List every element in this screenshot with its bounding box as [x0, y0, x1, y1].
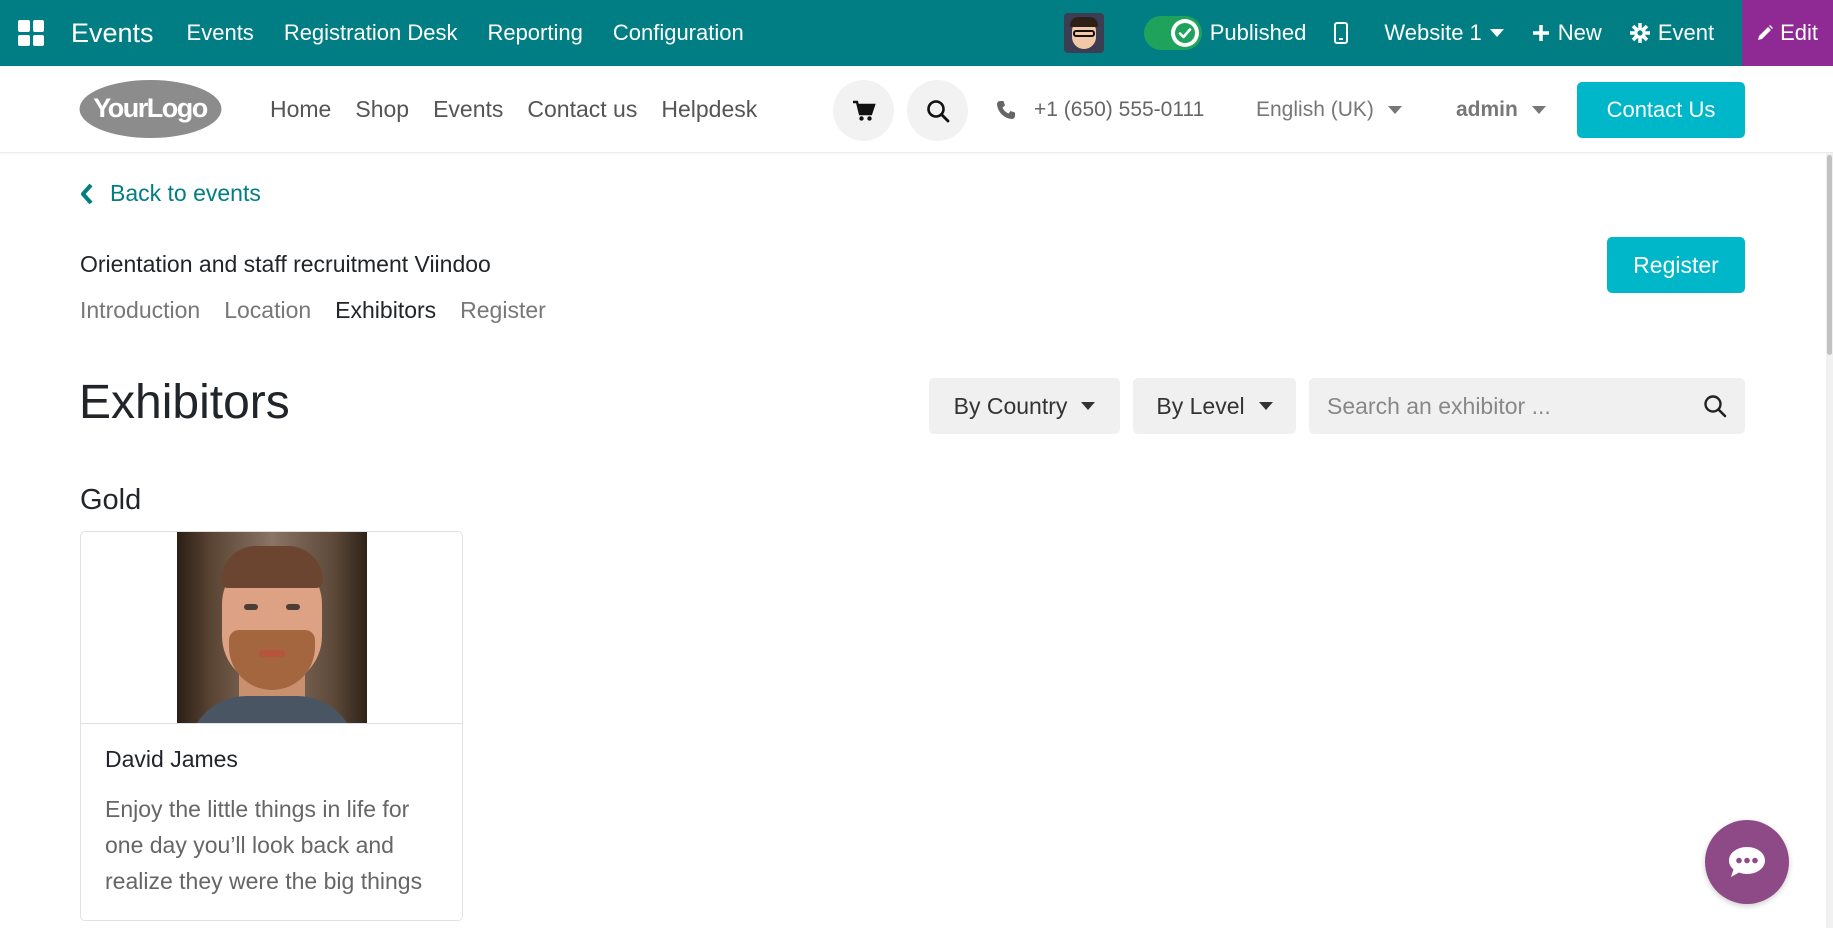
by-level-label: By Level	[1156, 392, 1245, 419]
site-nav: Home Shop Events Contact us Helpdesk	[270, 66, 781, 153]
phone-contact[interactable]: +1 (650) 555-0111	[996, 66, 1204, 153]
search-icon	[926, 99, 949, 122]
chevron-left-icon	[81, 183, 93, 204]
website-label: Website 1	[1384, 20, 1482, 45]
phone-icon	[997, 100, 1015, 119]
topnav-events[interactable]: Events	[187, 20, 254, 46]
user-avatar[interactable]	[1063, 13, 1104, 53]
site-nav-contact[interactable]: Contact us	[527, 96, 637, 123]
gear-icon	[1629, 23, 1650, 43]
apps-menu-icon[interactable]	[0, 0, 62, 66]
site-logo[interactable]: YourLogo	[79, 79, 222, 139]
register-button[interactable]: Register	[1607, 237, 1745, 293]
published-label[interactable]: Published	[1210, 20, 1307, 46]
pencil-icon	[1758, 25, 1774, 40]
contact-us-button[interactable]: Contact Us	[1577, 82, 1745, 138]
topnav-registration-desk[interactable]: Registration Desk	[284, 20, 458, 46]
exhibitor-name: David James	[105, 746, 238, 772]
chevron-down-icon	[1531, 105, 1546, 114]
tab-location[interactable]: Location	[224, 297, 311, 324]
topnav-reporting[interactable]: Reporting	[487, 20, 582, 46]
chevron-down-icon	[1489, 29, 1504, 37]
mobile-icon	[1334, 22, 1349, 44]
page-title: Exhibitors	[79, 376, 290, 429]
tab-introduction[interactable]: Introduction	[80, 297, 200, 324]
language-selector[interactable]: English (UK)	[1256, 66, 1402, 153]
edit-button[interactable]: Edit	[1742, 0, 1833, 66]
user-menu[interactable]: admin	[1456, 66, 1546, 153]
event-settings-button[interactable]: Event	[1629, 20, 1715, 46]
tab-exhibitors[interactable]: Exhibitors	[335, 297, 436, 324]
event-title: Orientation and staff recruitment Viindo…	[80, 251, 491, 277]
tab-register[interactable]: Register	[460, 297, 546, 324]
topnav-configuration[interactable]: Configuration	[613, 20, 744, 46]
page-scrollbar[interactable]	[1826, 153, 1833, 928]
chat-icon	[1729, 847, 1765, 877]
app-name[interactable]: Events	[71, 18, 154, 49]
by-country-label: By Country	[953, 392, 1068, 419]
new-button[interactable]: New	[1532, 20, 1602, 46]
sponsor-level-title: Gold	[80, 484, 142, 516]
cart-icon	[852, 100, 876, 121]
back-label: Back to events	[110, 180, 261, 206]
exhibitor-card[interactable]: David James Enjoy the little things in l…	[80, 531, 463, 921]
site-nav-helpdesk[interactable]: Helpdesk	[661, 96, 757, 123]
site-search-button[interactable]	[907, 80, 968, 141]
exhibitor-description: Enjoy the little things in life for one …	[105, 796, 423, 894]
exhibitor-photo	[176, 532, 367, 723]
published-toggle[interactable]	[1143, 16, 1202, 50]
website-switcher[interactable]: Website 1	[1384, 20, 1504, 46]
chevron-down-icon	[1387, 105, 1402, 114]
event-tabs: Introduction Location Exhibitors Registe…	[80, 297, 570, 324]
site-nav-shop[interactable]: Shop	[355, 96, 409, 123]
site-nav-events[interactable]: Events	[433, 96, 503, 123]
check-icon	[1170, 19, 1199, 47]
new-label: New	[1557, 20, 1602, 45]
edit-label: Edit	[1780, 20, 1818, 45]
phone-number: +1 (650) 555-0111	[1034, 97, 1205, 121]
by-level-dropdown[interactable]: By Level	[1133, 378, 1296, 434]
search-icon	[1704, 395, 1727, 418]
user-name: admin	[1456, 97, 1518, 121]
site-nav-home[interactable]: Home	[270, 96, 331, 123]
svg-text:YourLogo: YourLogo	[93, 93, 207, 123]
language-label: English (UK)	[1256, 97, 1374, 121]
site-header: YourLogo Home Shop Events Contact us Hel…	[0, 66, 1833, 153]
event-label: Event	[1657, 20, 1715, 45]
mobile-preview-button[interactable]	[1334, 22, 1356, 44]
chevron-down-icon	[1081, 402, 1096, 410]
plus-icon	[1532, 25, 1549, 41]
exhibitor-search-input[interactable]	[1309, 392, 1685, 420]
admin-topbar: Events Events Registration Desk Reportin…	[0, 0, 1833, 66]
cart-button[interactable]	[833, 80, 894, 141]
search-submit-button[interactable]	[1685, 394, 1745, 418]
exhibitor-search	[1309, 378, 1745, 434]
livechat-button[interactable]	[1705, 820, 1789, 904]
by-country-dropdown[interactable]: By Country	[929, 378, 1120, 434]
back-to-events-link[interactable]: Back to events	[80, 180, 261, 207]
chevron-down-icon	[1258, 402, 1273, 410]
